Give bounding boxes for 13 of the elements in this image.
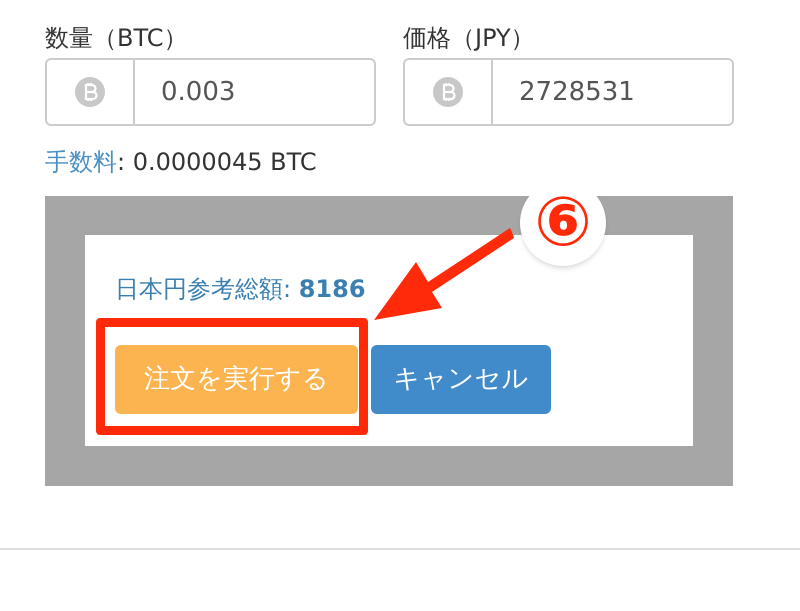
fee-value: : 0.0000045 BTC — [117, 147, 317, 178]
field-label: 数量（BTC） — [45, 23, 188, 54]
field-label: 価格（JPY） — [403, 23, 536, 54]
bitcoin-icon — [75, 77, 105, 107]
total-label: 日本円参考総額: — [115, 274, 292, 305]
input-field[interactable]: 2728531 — [403, 58, 734, 126]
cancel-button[interactable]: キャンセル — [371, 345, 551, 414]
total-value: 8186 — [298, 274, 366, 305]
field-value: 2728531 — [519, 76, 635, 108]
fee-label: 手数料 — [45, 147, 117, 178]
field-value: 0.003 — [161, 76, 236, 108]
input-field[interactable]: 0.003 — [45, 58, 376, 126]
bitcoin-icon — [433, 77, 463, 107]
